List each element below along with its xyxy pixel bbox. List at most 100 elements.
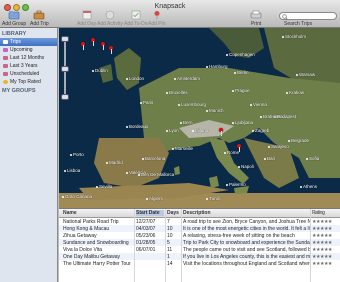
- sidebar-item-label: Upcoming: [10, 47, 33, 53]
- trips-table: Name Start Date Days Description Rating …: [59, 208, 340, 282]
- sidebar-item-label: My Top Rated: [10, 79, 41, 85]
- trip-pin[interactable]: [101, 42, 105, 50]
- map-label: Palermo: [226, 182, 246, 187]
- map-label: Porto: [70, 152, 84, 157]
- map-label: Rome: [223, 150, 240, 155]
- window-title: Knapsack: [154, 3, 186, 10]
- cell-days: 14: [167, 260, 173, 267]
- map-view[interactable]: Stockholm Copenhagen Berlin London Paris…: [59, 28, 340, 208]
- map-label: Dublin: [92, 68, 108, 73]
- cell-days: 10: [167, 225, 173, 232]
- add-activity-label: Add Activity: [97, 21, 123, 27]
- star-icon: [3, 80, 8, 84]
- cell-rating[interactable]: ★★★★★: [312, 240, 339, 246]
- cell-days: 7: [167, 218, 170, 225]
- map-label: Zagreb: [251, 128, 270, 133]
- add-day-button[interactable]: Add Day: [77, 10, 96, 27]
- zoom-in-button[interactable]: [61, 36, 69, 42]
- trips-icon: [3, 40, 8, 44]
- cell-start-date: 12/27/07: [136, 218, 156, 225]
- zoom-control[interactable]: [61, 32, 69, 102]
- table-row[interactable]: The Ultimate Harry Potter Tour 14 Visit …: [59, 260, 340, 267]
- library-header: LIBRARY: [2, 31, 27, 37]
- cell-rating[interactable]: ★★★★★: [312, 254, 339, 260]
- map-label: Lisboa: [63, 168, 81, 173]
- sidebar-item-unscheduled[interactable]: Unscheduled: [0, 70, 57, 78]
- add-group-label: Add Group: [2, 21, 27, 27]
- table-header: Name Start Date Days Description Rating: [59, 209, 340, 218]
- table-row[interactable]: Hong Kong & Macau 04/03/07 10 It is one …: [59, 225, 340, 232]
- search-icon: [282, 14, 288, 20]
- map-label: London: [125, 76, 145, 81]
- map-label: Ben De Mallorca: [137, 172, 175, 177]
- map-label: Warsaw: [295, 72, 316, 77]
- add-pin-button[interactable]: Add Pin: [148, 10, 166, 27]
- cell-days: 5: [167, 239, 170, 246]
- sidebar-item-my-top-rated[interactable]: My Top Rated: [0, 78, 57, 86]
- cell-rating[interactable]: ★★★★★: [312, 233, 339, 239]
- column-header-rating[interactable]: Rating: [312, 210, 339, 216]
- table-row[interactable]: Viva la Dolce Vita 06/07/01 11 The peopl…: [59, 246, 340, 253]
- zoom-out-button[interactable]: [61, 94, 69, 100]
- column-header-start-date[interactable]: Start Date: [136, 210, 164, 216]
- column-divider: [181, 209, 182, 282]
- map-label: Luxembourg: [177, 102, 207, 107]
- sidebar-item-last-12-months[interactable]: Last 12 Months: [0, 54, 57, 62]
- trip-pin[interactable]: [219, 128, 223, 136]
- map-label: Bern: [180, 120, 193, 125]
- add-group-button[interactable]: Add Group: [2, 10, 26, 27]
- trip-pin[interactable]: [81, 42, 85, 50]
- column-divider: [134, 209, 135, 282]
- add-to-do-button[interactable]: Add To-Do: [124, 10, 148, 27]
- map-terrain: [59, 28, 340, 208]
- sidebar-item-trips[interactable]: Trips: [0, 38, 57, 46]
- map-label: Napoli: [238, 164, 254, 169]
- checklist-icon: [131, 10, 141, 20]
- map-label: Bordeaux: [125, 124, 149, 129]
- my-groups-header: MY GROUPS: [2, 88, 36, 94]
- cell-start-date: 06/07/01: [136, 246, 156, 253]
- cell-rating[interactable]: ★★★★★: [312, 247, 339, 253]
- print-label: Print: [250, 21, 262, 27]
- add-trip-button[interactable]: Add Trip: [30, 10, 49, 27]
- sidebar-item-label: Last 12 Months: [10, 55, 45, 61]
- map-label: Copenhagen: [226, 52, 255, 57]
- cell-description: Trip to Park City to snowboard and exper…: [183, 239, 311, 246]
- sidebar-item-label: Unscheduled: [10, 71, 40, 77]
- cell-rating[interactable]: ★★★★★: [312, 226, 339, 232]
- trip-pin[interactable]: [109, 46, 113, 54]
- search-input[interactable]: [279, 12, 337, 20]
- cell-description: Visit the locations throughout England a…: [183, 260, 311, 267]
- zoom-slider-handle[interactable]: [61, 66, 69, 72]
- suitcase-icon: [34, 10, 45, 20]
- add-day-label: Add Day: [77, 21, 97, 27]
- cell-name: Hong Kong & Macau: [63, 225, 110, 232]
- cell-start-date: 01/28/05: [136, 239, 156, 246]
- cell-rating[interactable]: ★★★★★: [312, 219, 339, 225]
- trip-pin[interactable]: [91, 38, 95, 46]
- cell-name: One Day Malibu Getaway: [63, 253, 120, 260]
- cell-days: 10: [167, 232, 173, 239]
- table-row[interactable]: National Parks Road Trip 12/27/07 7 A ro…: [59, 218, 340, 225]
- column-header-description[interactable]: Description: [183, 210, 311, 216]
- cell-description: It is one of the most energetic cities i…: [183, 225, 311, 232]
- cell-rating[interactable]: ★★★★★: [312, 261, 339, 267]
- table-row[interactable]: Zihua Getaway 05/23/06 10 A relaxing, st…: [59, 232, 340, 239]
- calendar-icon: [82, 10, 91, 20]
- sidebar-item-upcoming[interactable]: Upcoming: [0, 46, 57, 54]
- map-label: Prague: [232, 88, 250, 93]
- trip-pin[interactable]: [237, 144, 241, 152]
- table-row[interactable]: Sundance and Snowboarding 01/28/05 5 Tri…: [59, 239, 340, 246]
- add-trip-label: Add Trip: [30, 21, 49, 27]
- map-label: Gran Canaria: [61, 194, 93, 199]
- map-label: Stockholm: [281, 34, 307, 39]
- add-activity-button[interactable]: Add Activity: [97, 10, 123, 27]
- cell-name: Zihua Getaway: [63, 232, 97, 239]
- column-header-name[interactable]: Name: [63, 210, 133, 216]
- print-button[interactable]: Print: [250, 10, 262, 27]
- column-header-days[interactable]: Days: [167, 210, 181, 216]
- folder-icon: [8, 11, 20, 20]
- table-row[interactable]: One Day Malibu Getaway 1 If you live in …: [59, 253, 340, 260]
- sidebar-item-last-3-years[interactable]: Last 3 Years: [0, 62, 57, 70]
- activity-icon: [105, 10, 115, 20]
